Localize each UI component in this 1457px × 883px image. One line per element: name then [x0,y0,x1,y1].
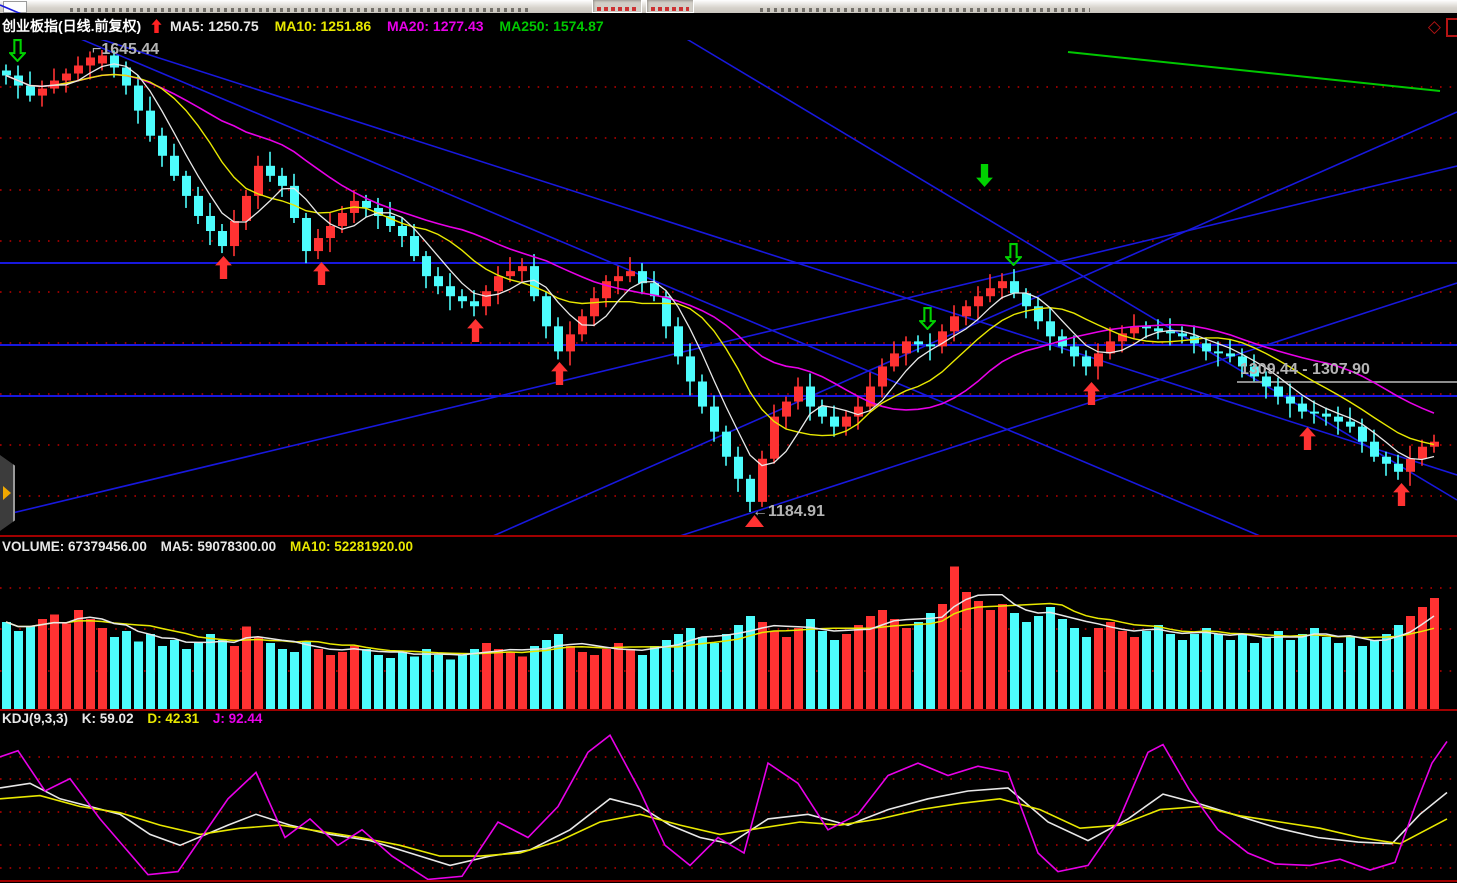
main-price-panel[interactable] [0,40,1457,536]
chart-header: 创业板指(日线.前复权) MA5: 1250.75 MA10: 1251.86 … [0,13,1457,40]
ma250-value: MA250: 1574.87 [499,18,603,34]
buy-signal-arrow-icon [551,362,568,385]
j-value: J: 92.44 [213,711,263,726]
up-trend-arrow-icon [151,15,162,40]
low-price-label: 1184.91 [768,503,825,520]
high-price-annotation: ⌐1645.44 [92,41,159,59]
clipped-box-icon [1446,18,1457,37]
range-label: 1309.44 - 1307.90 [1240,361,1370,378]
stock-chart-window: 创业板指(日线.前复权) MA5: 1250.75 MA10: 1251.86 … [0,0,1457,883]
instrument-title: 创业板指(日线.前复权) [2,18,141,34]
ma5-value: MA5: 1250.75 [170,18,259,34]
sell-signal-arrow-icon [976,164,993,187]
buy-signal-arrow-icon [1299,427,1316,450]
kdj-label: KDJ(9,3,3) [2,711,68,726]
d-value: D: 42.31 [147,711,199,726]
volume-value: VOLUME: 67379456.00 [2,539,147,554]
sell-signal-hollow-arrow-icon [1005,243,1022,266]
kdj-header: KDJ(9,3,3) K: 59.02 D: 42.31 J: 92.44 [2,711,262,726]
diamond-icon[interactable]: ◇ [1428,13,1441,40]
high-price-label: 1645.44 [101,41,159,58]
buy-signal-arrow-icon [1393,483,1410,506]
volume-header: VOLUME: 67379456.00 MA5: 59078300.00 MA1… [2,539,423,554]
ma10-value: MA10: 1251.86 [275,18,372,34]
handle-arrow-icon [3,486,11,500]
volume-panel[interactable] [0,537,1457,710]
buy-signal-arrow-icon [313,262,330,285]
range-annotation: 1309.44 - 1307.90 [1240,361,1370,379]
ma20-value: MA20: 1277.43 [387,18,484,34]
buy-signal-arrow-icon [467,319,484,342]
k-value: K: 59.02 [82,711,134,726]
buy-signal-arrow-icon [1083,382,1100,405]
sell-signal-hollow-arrow-icon [919,307,936,330]
high-pointer-icon: ⌐ [92,41,101,58]
vol-ma10-value: MA10: 52281920.00 [290,539,413,554]
panel-expand-handle[interactable] [0,455,15,531]
low-point-triangle-icon [745,515,764,527]
sell-signal-hollow-arrow-icon [9,39,26,62]
vol-ma5-value: MA5: 59078300.00 [161,539,277,554]
buy-signal-arrow-icon [215,256,232,279]
kdj-panel[interactable] [0,711,1457,883]
